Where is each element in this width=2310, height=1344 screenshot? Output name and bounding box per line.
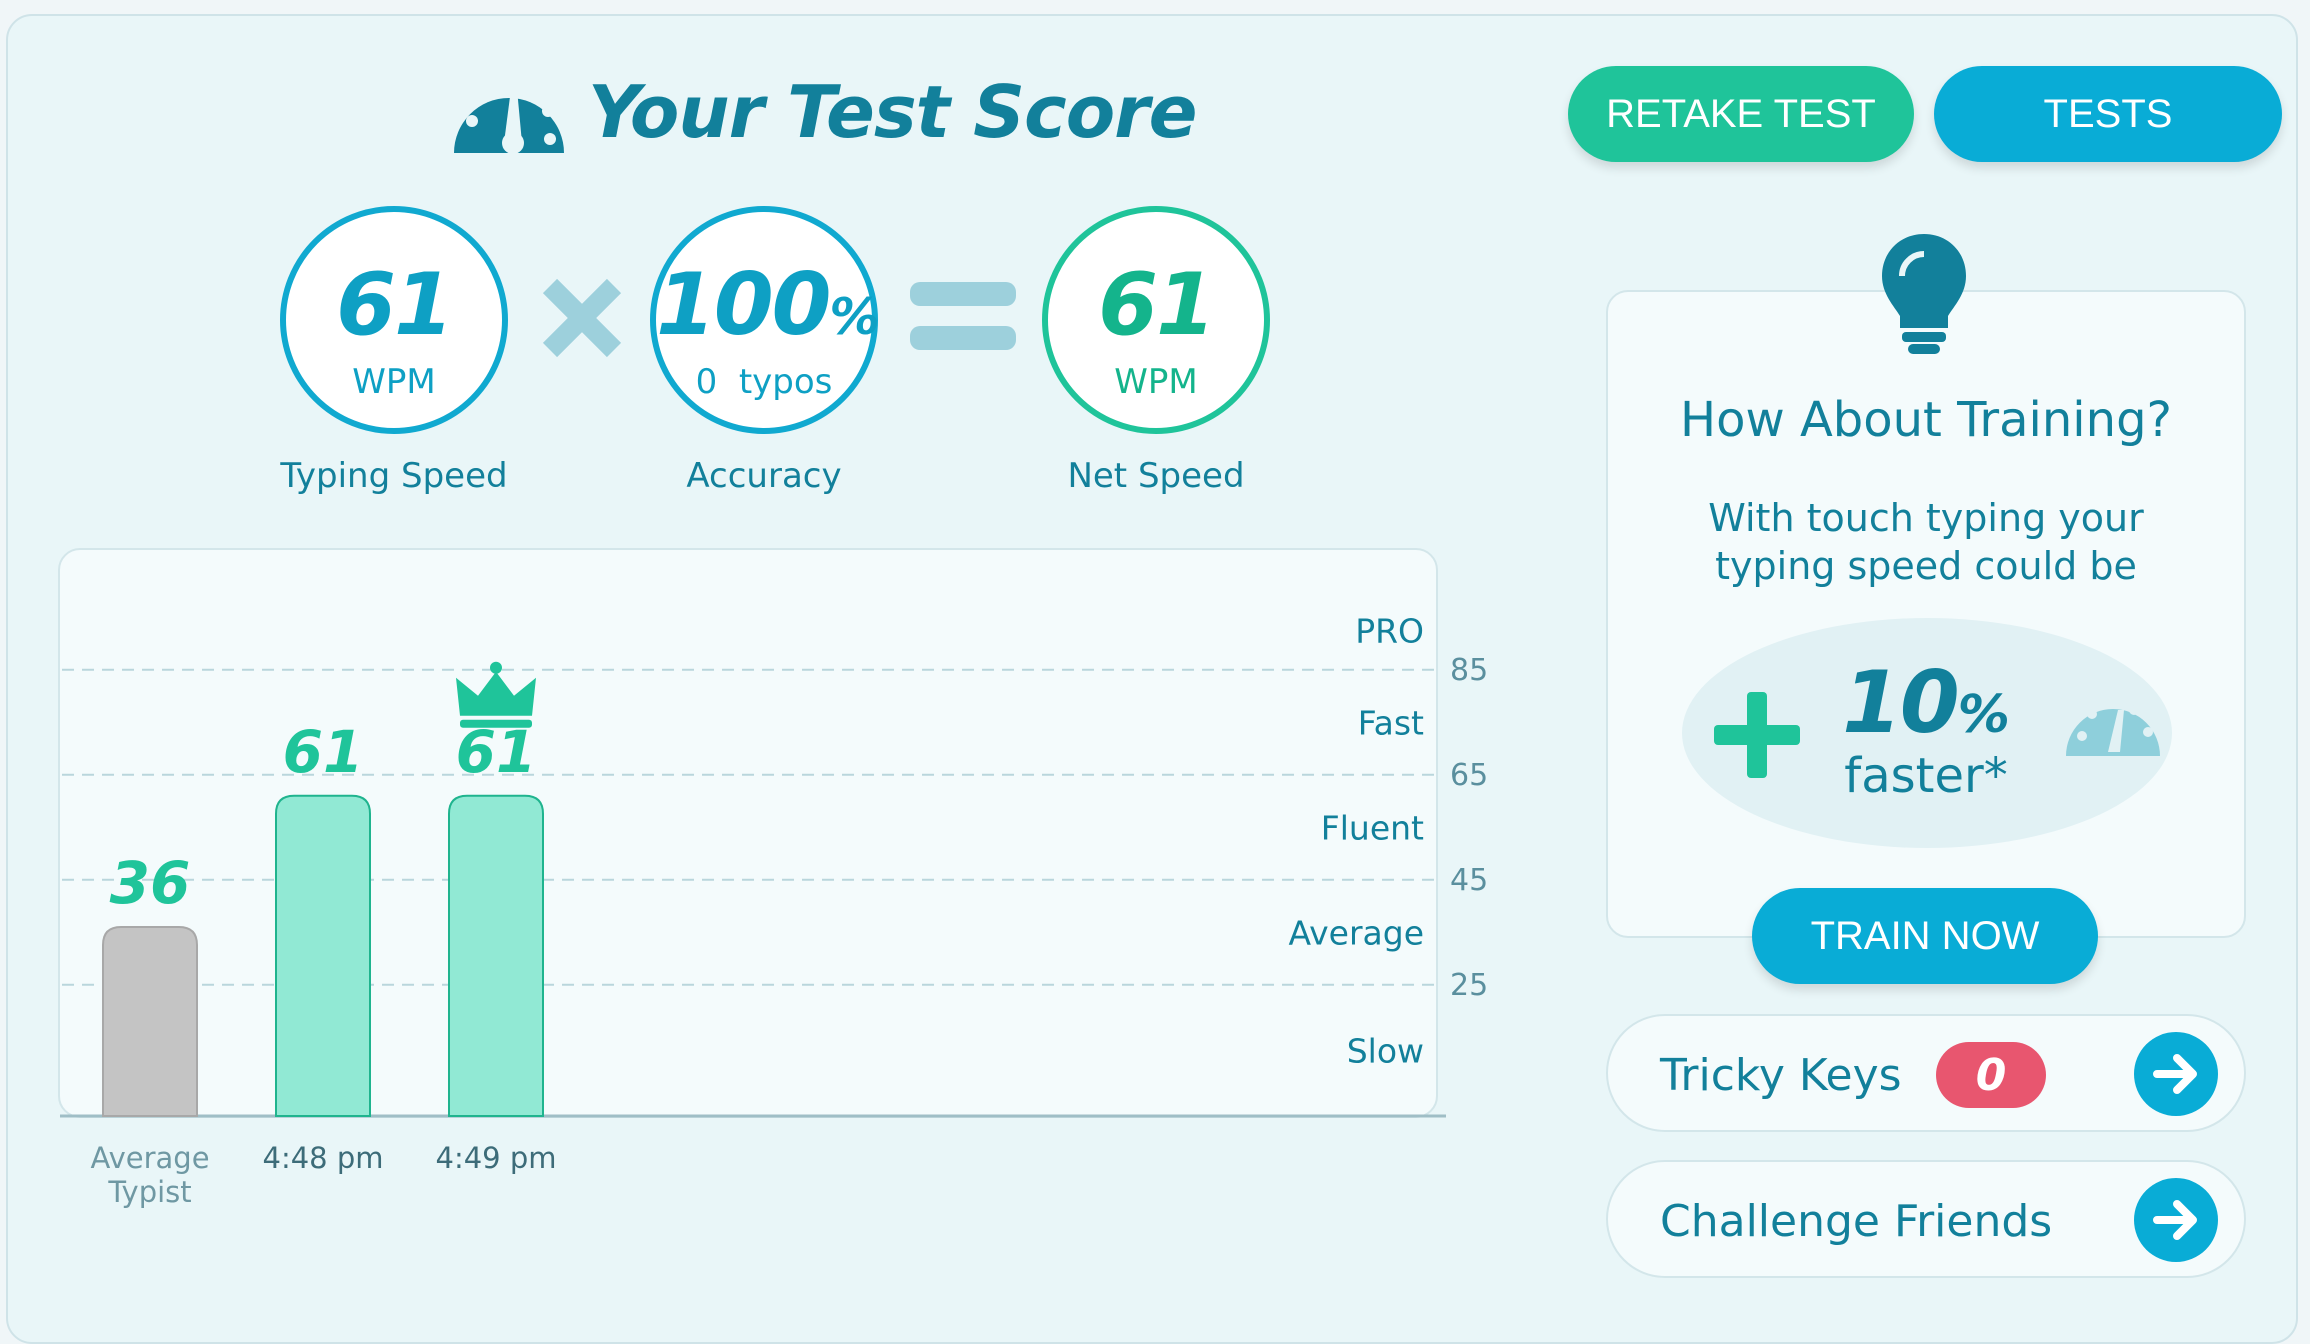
train-now-button[interactable]: TRAIN NOW <box>1752 888 2098 984</box>
typing-speed-label: Typing Speed <box>280 456 508 496</box>
net-speed-label: Net Speed <box>1067 456 1245 496</box>
speedometer-icon <box>2066 705 2160 756</box>
arrow-right-icon[interactable] <box>2134 1032 2218 1116</box>
challenge-friends-row[interactable]: Challenge Friends <box>1606 1160 2246 1278</box>
net-speed-circle: 61 WPM <box>1042 206 1270 434</box>
accuracy-circle: 100% 0 typos <box>650 206 880 434</box>
typos-count: 0 typos <box>695 362 833 402</box>
multiply-icon <box>542 278 622 358</box>
typing-speed-unit: WPM <box>352 362 436 402</box>
retake-test-button[interactable]: RETAKE TEST <box>1568 66 1914 162</box>
typing-speed-circle: 61 WPM <box>280 206 508 434</box>
equals-icon <box>910 282 1016 350</box>
tests-button[interactable]: TESTS <box>1934 66 2282 162</box>
tricky-keys-row[interactable]: Tricky Keys 0 <box>1606 1014 2246 1132</box>
tricky-keys-count-badge: 0 <box>1936 1042 2046 1108</box>
lightbulb-icon <box>1882 234 1966 354</box>
net-speed-unit: WPM <box>1114 362 1198 402</box>
speed-boost-value: 10% <box>1842 653 2010 753</box>
accuracy-value: 100% <box>656 255 880 355</box>
speedometer-icon <box>454 79 564 153</box>
page-title: Your Test Score <box>588 70 1197 154</box>
speed-boost-label: faster* <box>1844 748 2008 804</box>
typing-speed-value: 61 <box>336 255 454 355</box>
training-text: With touch typing your typing speed coul… <box>1708 496 2144 588</box>
speed-chart-panel <box>58 548 1438 1118</box>
training-title: How About Training? <box>1679 392 2173 448</box>
arrow-right-icon[interactable] <box>2134 1178 2218 1262</box>
challenge-friends-label: Challenge Friends <box>1660 1196 2053 1247</box>
accuracy-label: Accuracy <box>686 456 842 496</box>
plus-icon <box>1714 692 1800 778</box>
net-speed-value: 61 <box>1098 255 1216 355</box>
tricky-keys-label: Tricky Keys <box>1660 1050 1902 1101</box>
